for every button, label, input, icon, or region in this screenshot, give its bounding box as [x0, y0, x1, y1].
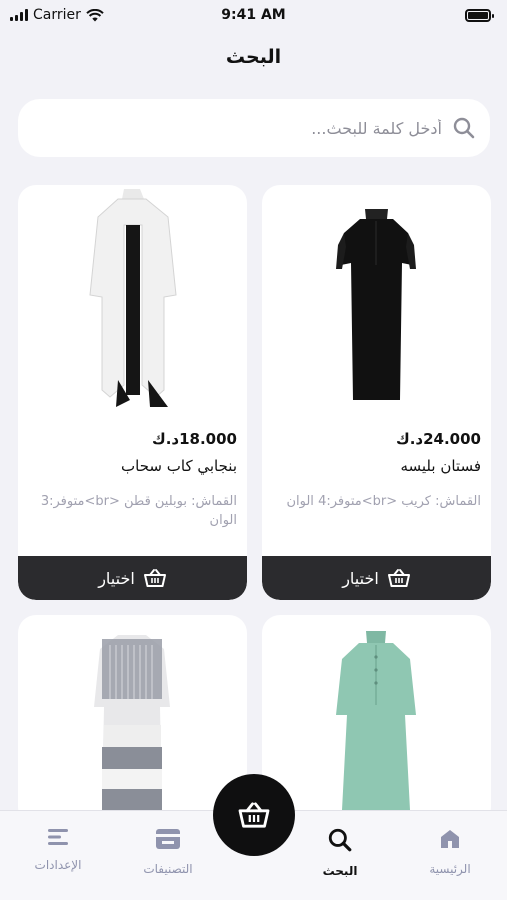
- choose-button[interactable]: اختيار: [18, 556, 247, 600]
- basket-icon: [143, 569, 166, 587]
- product-description: القماش: بوبلين قطن <br>متوفر:3 الوان: [40, 494, 237, 528]
- nav-search-label: البحث: [322, 864, 358, 878]
- product-description: القماش: كريب <br>متوفر:4 الوان: [286, 494, 481, 509]
- clock: 9:41 AM: [221, 7, 286, 23]
- product-price: 18.000د.ك: [151, 430, 237, 448]
- product-card[interactable]: [18, 615, 247, 825]
- nav-settings-label: الإعدادات: [34, 858, 82, 872]
- product-name: بنجابي كاب سحاب: [121, 457, 237, 475]
- search-icon: [328, 828, 352, 852]
- product-price: 24.000د.ك: [395, 430, 481, 448]
- nav-settings[interactable]: الإعدادات: [8, 827, 108, 872]
- nav-search[interactable]: البحث: [290, 827, 390, 878]
- categories-icon: [156, 829, 180, 849]
- search-icon: [453, 117, 475, 139]
- nav-categories[interactable]: التصنيفات: [118, 827, 218, 876]
- home-icon: [441, 830, 459, 848]
- choose-label: اختيار: [342, 568, 379, 588]
- nav-home-label: الرئيسية: [429, 862, 471, 876]
- search-bar[interactable]: [18, 99, 490, 157]
- basket-fab-button[interactable]: [213, 774, 295, 856]
- battery-icon: [465, 8, 494, 22]
- search-input[interactable]: [62, 118, 442, 138]
- choose-label: اختيار: [98, 568, 135, 588]
- page-title: البحث: [225, 46, 282, 68]
- nav-categories-label: التصنيفات: [143, 862, 193, 876]
- product-image-black-dress: [336, 209, 416, 400]
- product-image-striped-dress: [94, 635, 170, 810]
- product-image-white-hooded-abaya: [89, 189, 177, 407]
- product-name: فستان بليسه: [400, 457, 481, 475]
- basket-icon: [238, 802, 270, 828]
- product-card[interactable]: 18.000د.ك بنجابي كاب سحاب القماش: بوبلين…: [18, 185, 247, 600]
- product-card[interactable]: 24.000د.ك فستان بليسه القماش: كريب <br>م…: [262, 185, 491, 600]
- status-bar: Carrier 9:41 AM: [0, 0, 507, 30]
- basket-icon: [387, 569, 410, 587]
- product-image-mint-dress: [336, 631, 416, 810]
- choose-button[interactable]: اختيار: [262, 556, 491, 600]
- nav-home[interactable]: الرئيسية: [400, 827, 500, 876]
- settings-menu-icon: [48, 829, 68, 845]
- product-card[interactable]: [262, 615, 491, 825]
